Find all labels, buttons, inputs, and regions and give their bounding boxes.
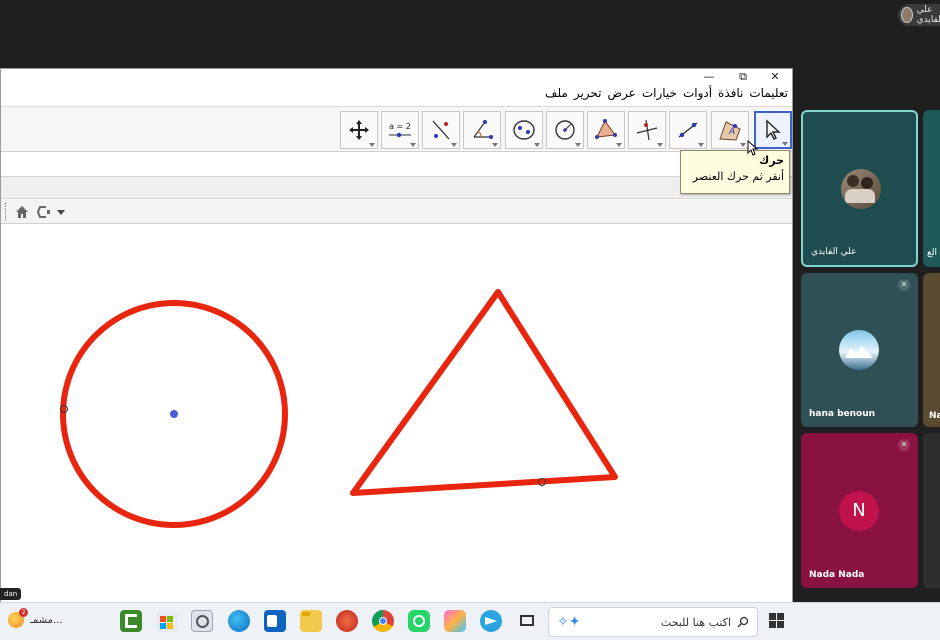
mouse-cursor-icon [747, 140, 759, 156]
home-view-button[interactable] [13, 203, 31, 221]
menu-tools[interactable]: أدوات [683, 86, 712, 104]
chevron-down-icon [37, 206, 65, 218]
tool-move[interactable] [754, 111, 792, 149]
reflect-about-line-icon [432, 120, 450, 140]
search-placeholder: اكتب هنا للبحث [660, 615, 731, 629]
angle-icon [473, 120, 493, 139]
app-edge-icon[interactable] [228, 610, 250, 632]
windows-start-icon[interactable] [766, 610, 788, 632]
app-copilot-icon[interactable] [444, 610, 466, 632]
participant-tile-partial-bottom[interactable] [923, 433, 940, 588]
app-store-icon[interactable] [156, 610, 178, 632]
home-icon [16, 206, 28, 218]
self-view-pill[interactable]: علي الفايدي [898, 4, 940, 26]
app-outlook-icon[interactable] [264, 610, 286, 632]
title-bar: ✕ ⧉ — [1, 69, 792, 85]
task-view-icon[interactable] [516, 610, 538, 632]
graphics-style-dropdown[interactable] [35, 203, 69, 221]
weather-widget[interactable]: 2 مشمـ... [8, 608, 63, 628]
move-graphics-view-icon [349, 120, 369, 140]
line-through-two-points-icon [678, 122, 698, 138]
minimize-window-button[interactable]: — [699, 69, 719, 85]
mic-muted-icon: ✕ [898, 279, 910, 291]
circle-center-point[interactable] [170, 410, 178, 418]
menu-options[interactable]: خيارات [642, 86, 677, 104]
mic-muted-icon: ✕ [898, 439, 910, 451]
participant-name: Nada Nada [809, 570, 865, 580]
tool-point[interactable]: A [711, 111, 749, 149]
restore-window-button[interactable]: ⧉ [733, 69, 753, 85]
tool-tooltip: حرك أنقر ثم حرك العنصر [680, 150, 790, 194]
svg-text:A: A [728, 127, 735, 137]
participant-avatar [841, 169, 881, 209]
app-camtasia-icon[interactable] [120, 610, 142, 632]
geogebra-window: ✕ ⧉ — ملف تحرير عرض خيارات أدوات نافذة ت… [0, 68, 793, 606]
self-name: علي الفايدي [916, 5, 940, 25]
tooltip-body: أنقر ثم حرك العنصر [692, 170, 784, 183]
app-file-explorer-icon[interactable] [300, 610, 322, 632]
search-icon [737, 616, 749, 628]
app-geogebra-icon[interactable] [191, 610, 213, 632]
slider-icon: a = 2 [387, 122, 413, 139]
sparkle-icon: ✦✧ [557, 614, 581, 630]
tooltip-title: حرك [759, 154, 784, 167]
participant-tile-partial-middle[interactable]: Na [923, 273, 940, 427]
sun-icon: 2 [8, 608, 28, 628]
menu-window[interactable]: نافذة [718, 86, 743, 104]
panel-divider [1, 177, 792, 199]
app-whatsapp-icon[interactable] [408, 610, 430, 632]
screen: علي الفايدي ✕ ⧉ — ملف تحرير عرض خيارات أ… [0, 0, 940, 640]
drag-handle[interactable] [5, 203, 9, 221]
menu-edit[interactable]: تحرير [574, 86, 602, 104]
tool-circle[interactable] [546, 111, 584, 149]
menu-help[interactable]: تعليمات [749, 86, 788, 104]
self-avatar [901, 7, 913, 23]
participant-tile-partial-top[interactable]: الع [923, 110, 940, 267]
app-telegram-icon[interactable] [480, 610, 502, 632]
tool-angle[interactable] [463, 111, 501, 149]
cursor-arrow-icon [766, 119, 781, 140]
circle-center-point-icon [555, 120, 575, 140]
tool-perpendicular[interactable] [628, 111, 666, 149]
app-chrome-icon[interactable] [372, 610, 394, 632]
triangle-shape[interactable] [350, 289, 618, 496]
tool-bar: A a = 2 [1, 106, 792, 152]
taskbar-search[interactable]: اكتب هنا للبحث ✦✧ [548, 607, 758, 637]
tool-polygon[interactable] [587, 111, 625, 149]
drawing-svg [60, 289, 618, 528]
participant-name: علي الفايدي [811, 247, 857, 257]
menu-bar: ملف تحرير عرض خيارات أدوات نافذة تعليمات [545, 86, 788, 104]
tool-slider[interactable]: a = 2 [381, 111, 419, 149]
tool-expand-icon [782, 142, 788, 146]
menu-file[interactable]: ملف [545, 86, 568, 104]
tool-ellipse[interactable] [505, 111, 543, 149]
tool-move-graphics[interactable] [340, 111, 378, 149]
graphics-view-canvas[interactable] [1, 225, 792, 606]
participant-tile-2[interactable]: ✕ hana benoun [801, 273, 918, 427]
input-bar[interactable] [1, 153, 792, 177]
polygon-icon [595, 119, 617, 139]
close-window-button[interactable]: ✕ [765, 69, 785, 85]
participant-name: hana benoun [809, 409, 876, 419]
ellipse-icon [513, 120, 535, 140]
participant-tile-3[interactable]: ✕ N Nada Nada [801, 433, 918, 588]
participant-tile-1[interactable]: علي الفايدي [801, 110, 918, 267]
participant-avatar-letter: N [839, 491, 879, 531]
menu-view[interactable]: عرض [608, 86, 636, 104]
app-media-icon[interactable] [336, 610, 358, 632]
taskbar: 2 مشمـ... اكتب هنا للبحث ✦✧ [0, 602, 940, 640]
tool-line[interactable] [669, 111, 707, 149]
tool-reflect[interactable] [422, 111, 460, 149]
graphics-view-toolbar [1, 200, 792, 224]
weather-label: مشمـ... [30, 614, 63, 626]
name-chip: dan [0, 588, 22, 600]
perpendicular-line-icon [636, 119, 658, 141]
point-on-shape-icon: A [719, 121, 741, 141]
participant-avatar [839, 330, 879, 370]
